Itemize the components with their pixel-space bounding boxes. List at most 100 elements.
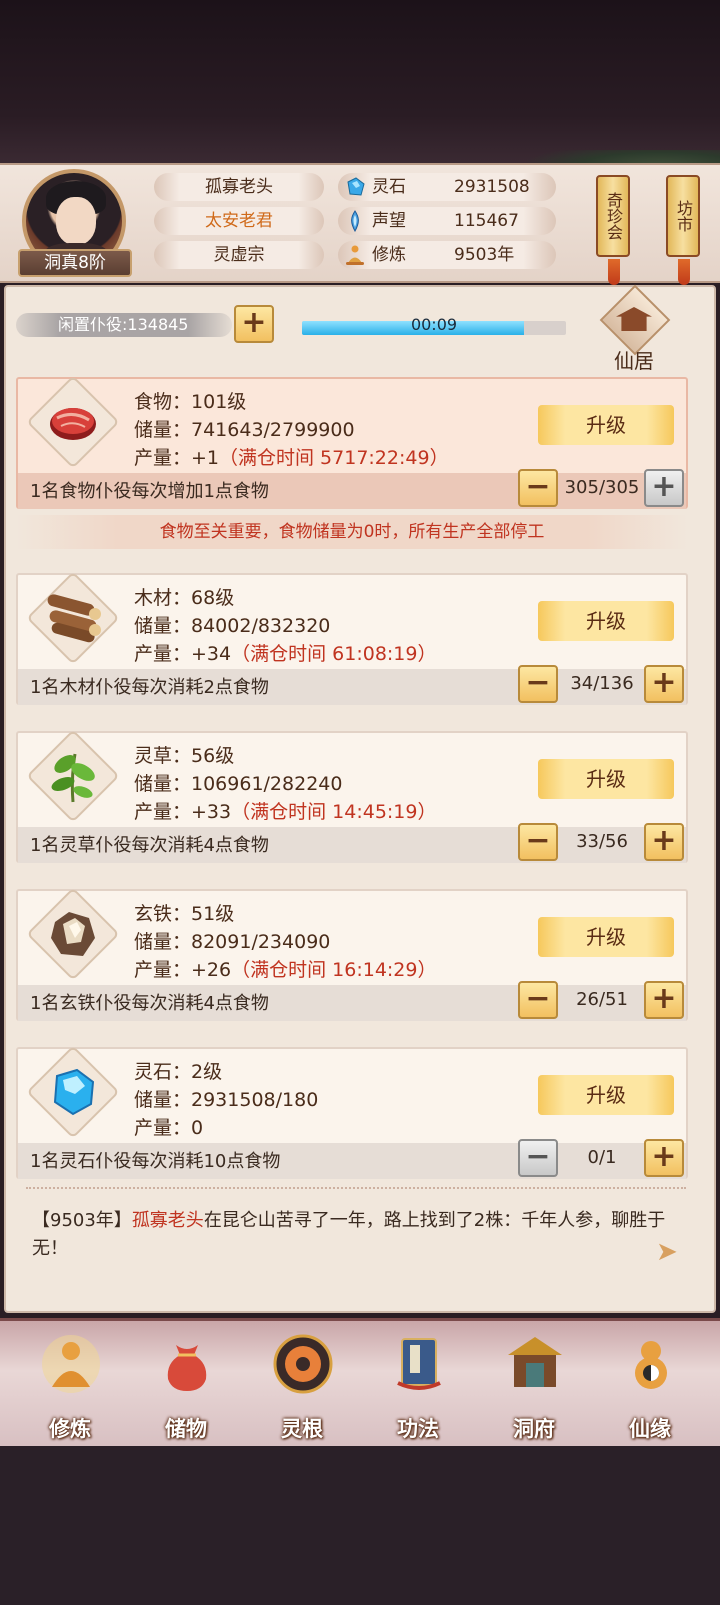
resource-full-time: （满仓时间 61:08:19） xyxy=(231,643,437,665)
resource-name: 灵草 xyxy=(134,745,173,767)
worker-row: 1名食物仆役每次增加1点食物 − 305/305 + xyxy=(18,469,686,509)
nav-spirit-root[interactable]: 灵根 xyxy=(254,1327,350,1445)
tassel-decoration xyxy=(678,259,690,285)
plus-icon: + xyxy=(651,1139,677,1174)
nav-label: 洞府 xyxy=(513,1417,555,1441)
resource-name: 玄铁 xyxy=(134,903,173,925)
decrease-workers-button[interactable]: − xyxy=(518,981,558,1019)
worker-count: 34/136 xyxy=(570,673,634,694)
player-header: 洞真8阶 孤寡老头 太安老君 灵虚宗 灵石 2931508 声望 115467 … xyxy=(0,163,720,285)
idle-servants-label: 闲置仆役: xyxy=(58,315,128,334)
upgrade-button[interactable]: 升级 xyxy=(538,405,674,445)
market-label: 坊市 xyxy=(674,200,693,232)
resource-storage: 储量：84002/832320 xyxy=(134,615,331,637)
resource-card-iron: 玄铁：51级 储量：82091/234090 产量：+26（满仓时间 16:14… xyxy=(16,887,688,1021)
player-title[interactable]: 太安老君 xyxy=(154,207,324,235)
worker-description: 1名食物仆役每次增加1点食物 xyxy=(30,481,269,502)
spirit-stone-icon xyxy=(347,177,365,196)
player-sect[interactable]: 灵虚宗 xyxy=(154,241,324,269)
minus-icon: − xyxy=(525,981,551,1016)
residence-button[interactable]: 仙居 xyxy=(599,284,680,375)
nav-cultivation[interactable]: 修炼 xyxy=(22,1327,118,1445)
increase-workers-button[interactable]: + xyxy=(644,665,684,703)
nav-technique[interactable]: 功法 xyxy=(370,1327,466,1445)
nav-cave-mansion[interactable]: 洞府 xyxy=(486,1327,582,1445)
stat-label: 灵石 xyxy=(372,177,406,197)
resource-output: 产量：+33 xyxy=(134,801,232,823)
treasure-auction-button[interactable]: 奇珍会 xyxy=(596,175,630,285)
spirit-stone-icon xyxy=(40,1059,106,1125)
upgrade-button[interactable]: 升级 xyxy=(538,917,674,957)
nav-label: 修炼 xyxy=(49,1417,91,1441)
nav-fortune[interactable]: 仙缘 xyxy=(602,1327,698,1445)
resource-name: 灵石 xyxy=(134,1061,173,1083)
plus-icon: + xyxy=(241,305,267,340)
resource-full-time: （满仓时间 14:45:19） xyxy=(231,801,437,823)
increase-workers-button[interactable]: + xyxy=(644,823,684,861)
storage-bag-icon xyxy=(167,1345,207,1391)
increase-workers-button[interactable]: + xyxy=(644,1139,684,1177)
cultivation-icon xyxy=(346,245,364,265)
nav-label: 功法 xyxy=(397,1417,439,1441)
upgrade-button[interactable]: 升级 xyxy=(538,601,674,641)
log-player-name: 孤寡老头 xyxy=(131,1210,204,1231)
stat-cultivation: 修炼 9503年 xyxy=(338,241,556,269)
nav-storage[interactable]: 储物 xyxy=(138,1327,234,1445)
event-log: 【9503年】孤寡老头在昆仑山苦寻了一年，路上找到了2株：千年人参，聊胜于无！ xyxy=(32,1207,700,1263)
log-next-arrow-icon[interactable]: ➤ xyxy=(656,1237,678,1267)
decrease-workers-button[interactable]: − xyxy=(518,1139,558,1177)
market-button[interactable]: 坊市 xyxy=(666,175,700,285)
nav-label: 灵根 xyxy=(281,1417,323,1441)
herb-icon xyxy=(40,743,106,809)
stat-value: 2931508 xyxy=(454,177,530,197)
resource-card-herb: 灵草：56级 储量：106961/282240 产量：+33（满仓时间 14:4… xyxy=(16,729,688,863)
resource-output: 产量：0 xyxy=(134,1117,204,1139)
minus-icon: − xyxy=(525,1139,551,1174)
minus-icon: − xyxy=(525,823,551,858)
decrease-workers-button[interactable]: − xyxy=(518,823,558,861)
minus-icon: − xyxy=(525,665,551,700)
idle-servants-count: 134845 xyxy=(127,315,189,334)
production-timer-text: 00:09 xyxy=(410,315,458,334)
plus-icon: + xyxy=(651,665,677,700)
cultivation-icon xyxy=(42,1335,100,1393)
resource-storage: 储量：2931508/180 xyxy=(134,1089,319,1111)
stat-reputation: 声望 115467 xyxy=(338,207,556,235)
spirit-root-icon xyxy=(273,1334,333,1394)
add-servant-button[interactable]: + xyxy=(234,305,274,343)
meat-icon xyxy=(40,389,106,455)
worker-description: 1名灵石仆役每次消耗10点食物 xyxy=(30,1151,281,1172)
worker-row: 1名玄铁仆役每次消耗4点食物 − 26/51 + xyxy=(18,981,686,1021)
resource-full-time: （满仓时间 16:14:29） xyxy=(231,959,437,981)
worker-description: 1名玄铁仆役每次消耗4点食物 xyxy=(30,993,269,1014)
resource-storage: 储量：106961/282240 xyxy=(134,773,343,795)
resource-card-food: 食物：101级 储量：741643/2799900 产量：+1（满仓时间 571… xyxy=(16,375,688,509)
reputation-icon xyxy=(351,210,359,232)
upgrade-button[interactable]: 升级 xyxy=(538,759,674,799)
resource-name: 食物 xyxy=(134,391,173,413)
log-year: 【9503年】 xyxy=(32,1210,132,1231)
upgrade-button[interactable]: 升级 xyxy=(538,1075,674,1115)
idle-servants: 闲置仆役:134845 xyxy=(16,313,232,337)
worker-count: 0/1 xyxy=(587,1147,617,1168)
plus-icon: + xyxy=(651,823,677,858)
wood-icon xyxy=(40,585,106,651)
iron-ore-icon xyxy=(40,901,106,967)
worker-row: 1名灵草仆役每次消耗4点食物 − 33/56 + xyxy=(18,823,686,863)
increase-workers-button[interactable]: + xyxy=(644,469,684,507)
resource-full-time: （满仓时间 5717:22:49） xyxy=(219,447,449,469)
increase-workers-button[interactable]: + xyxy=(644,981,684,1019)
decrease-workers-button[interactable]: − xyxy=(518,665,558,703)
decrease-workers-button[interactable]: − xyxy=(518,469,558,507)
worker-description: 1名灵草仆役每次消耗4点食物 xyxy=(30,835,269,856)
bottom-background xyxy=(0,1446,720,1605)
player-rank: 洞真8阶 xyxy=(18,249,132,277)
plus-icon: + xyxy=(651,981,677,1016)
nav-label: 储物 xyxy=(165,1417,207,1441)
resource-level: ：2级 xyxy=(172,1061,223,1083)
resource-card-wood: 木材：68级 储量：84002/832320 产量：+34（满仓时间 61:08… xyxy=(16,571,688,705)
resource-level: ：56级 xyxy=(172,745,235,767)
ornamental-divider xyxy=(26,1187,686,1197)
minus-icon: − xyxy=(525,469,551,504)
resource-output: 产量：+26 xyxy=(134,959,232,981)
